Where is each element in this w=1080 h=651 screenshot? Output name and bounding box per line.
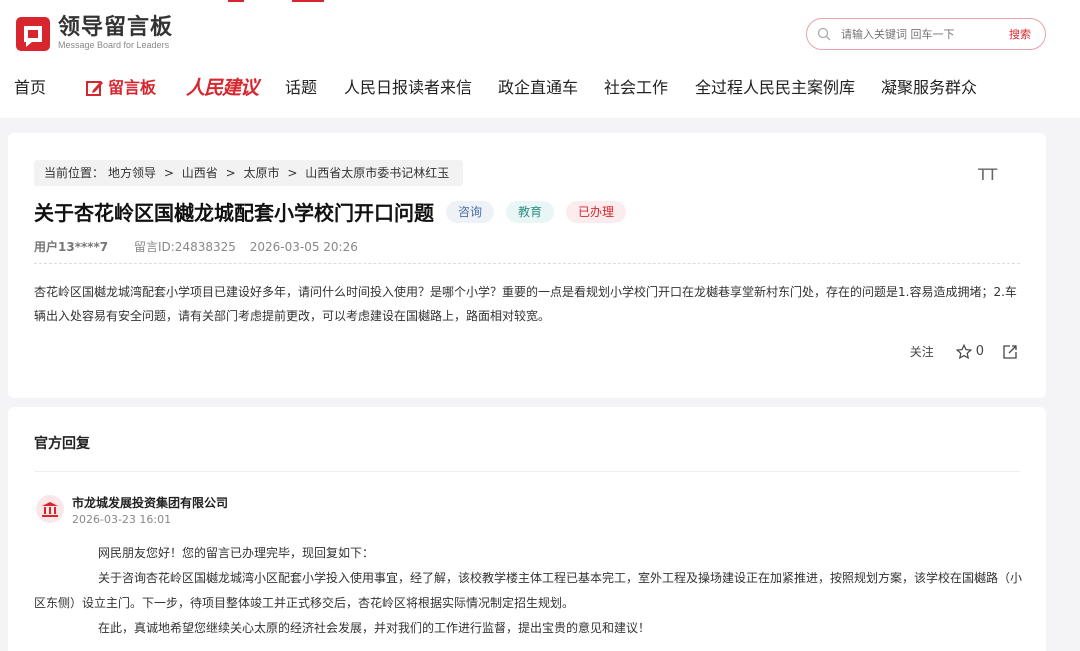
reply-paragraph: 在此，真诚地希望您继续关心太原的经济社会发展，并对我们的工作进行监督，提出宝贵的…: [98, 621, 651, 635]
page-title: 关于杏花岭区国樾龙城配套小学校门开口问题: [34, 201, 434, 225]
user-name: 用户13****7: [34, 240, 109, 254]
nav-topics[interactable]: 话题: [285, 76, 317, 100]
breadcrumb: 当前位置： 地方领导 > 山西省 > 太原市 > 山西省太原市委书记林红玉: [34, 160, 464, 186]
reply-date: 2026-03-23 16:01: [72, 513, 172, 526]
tag-consult[interactable]: 咨询: [446, 200, 495, 223]
divider: [34, 263, 1020, 264]
nav-democracy-cases[interactable]: 全过程人民民主案例库: [695, 76, 855, 100]
reply-org-name: 市龙城发展投资集团有限公司: [72, 496, 229, 510]
breadcrumb-prefix: 当前位置：: [44, 166, 105, 180]
message-id: 留言ID:24838325: [133, 240, 236, 254]
edit-icon: [86, 81, 103, 96]
status-badge: 已办理: [566, 200, 627, 223]
message-date: 2026-03-05 20:26: [249, 240, 358, 254]
message-card: 当前位置： 地方领导 > 山西省 > 太原市 > 山西省太原市委书记林红玉 TT …: [8, 133, 1046, 398]
government-building-icon: [42, 502, 58, 517]
top-header: 领导留言板 Message Board for Leaders 搜索 首页 留言…: [0, 0, 1080, 118]
search-icon: [817, 27, 831, 41]
follow-button[interactable]: 关注: [910, 343, 934, 360]
font-size-icon: TT: [978, 165, 998, 184]
star-button[interactable]: 0: [955, 343, 984, 360]
accent-line: [292, 0, 324, 2]
accent-line: [228, 0, 244, 2]
logo-mark-icon: [16, 16, 50, 51]
nav-serve-people[interactable]: 凝聚服务群众: [881, 76, 977, 100]
breadcrumb-separator: >: [163, 166, 174, 180]
breadcrumb-item[interactable]: 山西省: [182, 166, 218, 180]
nav-message-board-label: 留言板: [108, 78, 157, 97]
share-button[interactable]: [1002, 344, 1018, 360]
logo-subtitle: Message Board for Leaders: [58, 40, 170, 50]
breadcrumb-item[interactable]: 山西省太原市委书记林红玉: [305, 166, 449, 180]
reply-paragraph: 网民朋友您好！您的留言已办理完毕，现回复如下：: [98, 546, 375, 560]
logo-title: 领导留言板: [58, 15, 174, 40]
breadcrumb-item[interactable]: 太原市: [243, 166, 279, 180]
reply-section-title: 官方回复: [34, 436, 90, 452]
search-box: 搜索: [806, 18, 1046, 50]
search-button[interactable]: 搜索: [1009, 26, 1031, 42]
avatar: [36, 495, 64, 523]
breadcrumb-item[interactable]: 地方领导: [108, 166, 156, 180]
nav-gov-enterprise[interactable]: 政企直通车: [498, 76, 578, 100]
nav-people-suggestions[interactable]: 人民建议: [186, 76, 259, 100]
font-size-toggle[interactable]: TT: [978, 165, 997, 184]
share-icon: [1003, 344, 1017, 359]
star-icon: [955, 343, 972, 359]
nav-social-work[interactable]: 社会工作: [604, 76, 668, 100]
nav-home[interactable]: 首页: [14, 76, 46, 100]
main-nav: 首页 留言板 人民建议 话题 人民日报读者来信 政企直通车 社会工作 全过程人民…: [0, 76, 1080, 100]
nav-readers-letters[interactable]: 人民日报读者来信: [344, 76, 472, 100]
reply-card: 官方回复 市龙城发展投资集团有限公司 2026-03-23 16:01 网民朋友…: [8, 407, 1046, 651]
search-input[interactable]: [841, 27, 991, 41]
nav-people-suggestions-label: 人民建议: [186, 77, 259, 99]
tag-education[interactable]: 教育: [506, 200, 555, 223]
title-row: 关于杏花岭区国樾龙城配套小学校门开口问题 咨询 教育 已办理: [34, 197, 627, 226]
message-body: 杏花岭区国樾龙城湾配套小学项目已建设好多年，请问什么时间投入使用？是哪个小学？重…: [34, 285, 1017, 323]
message-actions: 关注 0: [910, 343, 1018, 360]
site-logo[interactable]: 领导留言板 Message Board for Leaders: [16, 16, 173, 51]
message-meta: 用户13****7 留言ID:24838325 2026-03-05 20:26: [34, 238, 358, 255]
reply-paragraph: 关于咨询杏花岭区国樾龙城湾小区配套小学投入使用事宜，经了解，该校教学楼主体工程已…: [34, 571, 1023, 610]
star-count: 0: [975, 344, 984, 359]
breadcrumb-separator: >: [225, 166, 236, 180]
nav-message-board[interactable]: 留言板: [86, 76, 156, 100]
reply-body: 网民朋友您好！您的留言已办理完毕，现回复如下： 关于咨询杏花岭区国樾龙城湾小区配…: [34, 541, 1024, 641]
divider: [34, 471, 1020, 472]
breadcrumb-separator: >: [287, 166, 298, 180]
